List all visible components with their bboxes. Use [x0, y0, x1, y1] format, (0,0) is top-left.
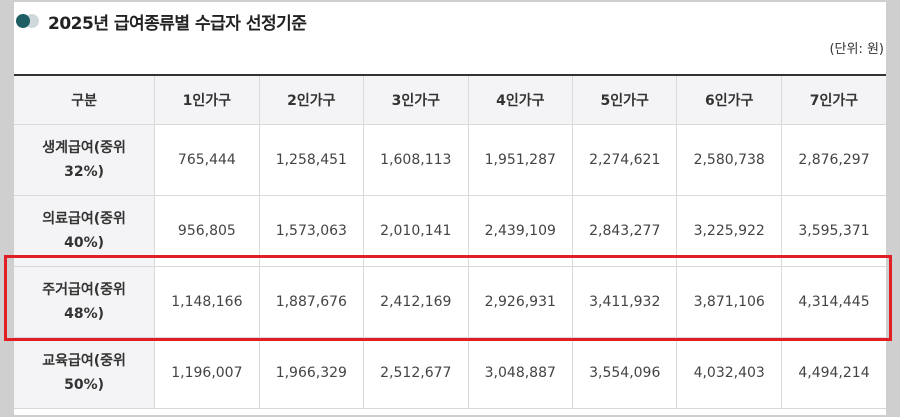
row-label-line2: 48%)	[64, 306, 105, 322]
row-label-line1: 주거급여(중위	[42, 282, 126, 298]
table-cell: 2,843,277	[572, 195, 678, 267]
title-row: 2025년 급여종류별 수급자 선정기준	[16, 10, 307, 34]
table-cell: 2,512,677	[363, 337, 469, 409]
row-label: 교육급여(중위 50%)	[14, 337, 156, 409]
row-label-line1: 교육급여(중위	[42, 353, 126, 369]
row-label-line2: 40%)	[64, 235, 105, 251]
row-label-line1: 생계급여(중위	[42, 140, 126, 156]
row-label-line2: 50%)	[64, 377, 105, 393]
table-cell: 4,032,403	[676, 337, 782, 409]
unit-label: (단위: 원)	[829, 42, 884, 57]
page-title: 2025년 급여종류별 수급자 선정기준	[48, 13, 307, 34]
row-label: 생계급여(중위 32%)	[14, 124, 156, 196]
header-household-5: 5인가구	[572, 75, 678, 125]
table-row-medical: 의료급여(중위 40%) 956,805 1,573,063 2,010,141…	[14, 195, 886, 267]
table-cell: 2,274,621	[572, 124, 678, 196]
row-label-line2: 32%)	[64, 164, 105, 180]
header-household-7: 7인가구	[780, 75, 886, 125]
table-cell: 1,887,676	[258, 266, 365, 338]
table-cell: 3,554,096	[572, 337, 678, 409]
title-bullet-icon	[16, 14, 42, 28]
table-cell: 1,258,451	[258, 124, 365, 196]
header-household-4: 4인가구	[467, 75, 574, 125]
header-household-1: 1인가구	[154, 75, 260, 125]
row-label: 주거급여(중위 48%)	[14, 266, 156, 338]
table-cell: 1,966,329	[258, 337, 365, 409]
table-cell: 3,411,932	[572, 266, 678, 338]
table-cell: 3,871,106	[676, 266, 782, 338]
table-cell: 1,573,063	[258, 195, 365, 267]
table-cell: 2,926,931	[467, 266, 574, 338]
header-household-6: 6인가구	[676, 75, 782, 125]
table-row-livelihood: 생계급여(중위 32%) 765,444 1,258,451 1,608,113…	[14, 124, 886, 196]
row-label: 의료급여(중위 40%)	[14, 195, 156, 267]
table-cell: 2,439,109	[467, 195, 574, 267]
header-household-2: 2인가구	[258, 75, 365, 125]
table-cell: 2,010,141	[363, 195, 469, 267]
table-cell: 3,595,371	[780, 195, 886, 267]
table-cell: 2,580,738	[676, 124, 782, 196]
table-cell: 2,876,297	[780, 124, 886, 196]
selection-criteria-table: 구분 1인가구 2인가구 3인가구 4인가구 5인가구 6인가구 7인가구 생계…	[14, 74, 886, 409]
row-label-line1: 의료급여(중위	[42, 211, 126, 227]
table-cell: 3,225,922	[676, 195, 782, 267]
table-cell: 4,494,214	[780, 337, 886, 409]
table-cell: 1,608,113	[363, 124, 469, 196]
table-cell: 1,196,007	[154, 337, 260, 409]
table-cell: 3,048,887	[467, 337, 574, 409]
table-row-education: 교육급여(중위 50%) 1,196,007 1,966,329 2,512,6…	[14, 337, 886, 409]
table-row-housing: 주거급여(중위 48%) 1,148,166 1,887,676 2,412,1…	[14, 266, 886, 338]
table-cell: 1,951,287	[467, 124, 574, 196]
table-cell: 765,444	[154, 124, 260, 196]
table-cell: 2,412,169	[363, 266, 469, 338]
header-category: 구분	[14, 75, 156, 125]
table-header-row: 구분 1인가구 2인가구 3인가구 4인가구 5인가구 6인가구 7인가구	[14, 75, 886, 125]
table-cell: 4,314,445	[780, 266, 886, 338]
table-cell: 956,805	[154, 195, 260, 267]
header-household-3: 3인가구	[363, 75, 469, 125]
dark-dot-icon	[16, 14, 30, 28]
table-cell: 1,148,166	[154, 266, 260, 338]
content-card: 2025년 급여종류별 수급자 선정기준 (단위: 원) 구분 1인가구 2인가…	[14, 2, 886, 415]
